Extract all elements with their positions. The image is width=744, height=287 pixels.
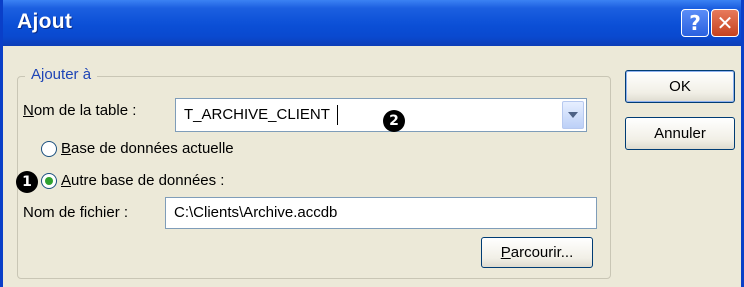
radio-other-database[interactable]	[41, 173, 57, 189]
current-database-label[interactable]: Base de données actuelle	[61, 140, 234, 157]
current-database-accel: B	[61, 140, 72, 157]
other-database-text: utre base de données :	[71, 172, 225, 189]
cancel-label: Annuler	[654, 125, 706, 142]
ok-button[interactable]: OK	[625, 70, 735, 103]
table-name-label-text: om de la table :	[33, 102, 137, 119]
browse-accel: P	[500, 244, 511, 261]
file-name-input[interactable]: C:\Clients\Archive.accdb	[165, 197, 597, 229]
group-legend: Ajouter à	[25, 66, 98, 83]
dropdown-button[interactable]	[562, 101, 584, 129]
table-name-combobox[interactable]: T_ARCHIVE_CLIENT	[175, 98, 587, 132]
table-name-accel: N	[23, 102, 34, 119]
other-database-label[interactable]: Autre base de données :	[61, 172, 224, 189]
current-database-text: ase de données actuelle	[71, 140, 234, 157]
browse-label: arcourir...	[510, 244, 574, 261]
close-icon: ✕	[716, 11, 734, 35]
text-caret	[337, 105, 338, 125]
table-name-label: Nom de la table :	[23, 102, 136, 119]
callout-badge-1: 1	[16, 171, 38, 193]
radio-current-database[interactable]	[41, 141, 57, 157]
help-button[interactable]: ?	[681, 9, 709, 37]
ok-label: OK	[669, 78, 691, 95]
file-name-label: Nom de fichier :	[23, 204, 129, 221]
other-database-accel: A	[61, 172, 72, 189]
title-bar[interactable]: Ajout ? ✕	[3, 0, 741, 46]
help-icon: ?	[689, 11, 701, 35]
file-name-value: C:\Clients\Archive.accdb	[174, 204, 338, 221]
dialog-window: Ajout ? ✕ Ajouter à Nom de la table : T_…	[0, 0, 744, 287]
close-button[interactable]: ✕	[711, 9, 739, 37]
cancel-button[interactable]: Annuler	[625, 117, 735, 150]
dialog-title: Ajout	[17, 10, 73, 33]
chevron-down-icon	[568, 112, 578, 118]
browse-button[interactable]: Parcourir...	[481, 237, 593, 268]
callout-badge-2: 2	[383, 110, 405, 132]
table-name-value: T_ARCHIVE_CLIENT	[184, 106, 330, 123]
